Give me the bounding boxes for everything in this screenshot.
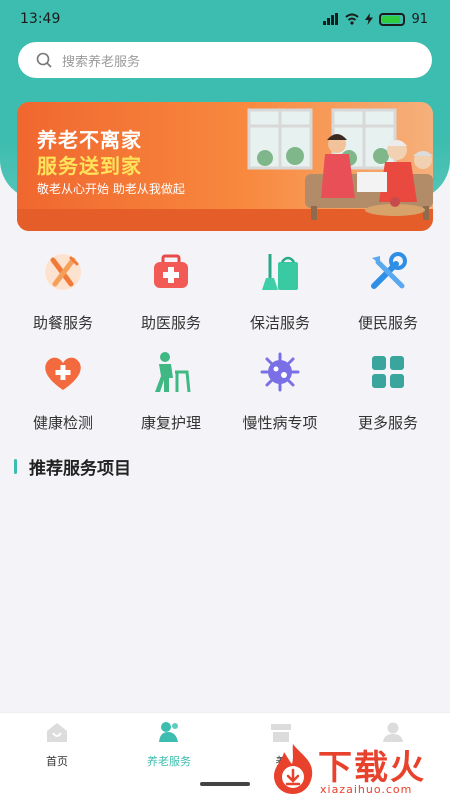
service-meal[interactable]: 助餐服务 <box>13 250 113 333</box>
service-grid: 助餐服务 助医服务 保洁服务 便民服务 健康检测 康复护理 慢性病专项 更多服务 <box>0 245 450 445</box>
promo-banner[interactable]: 养老不离家 服务送到家 敬老从心开始 助老从我做起 <box>17 102 433 231</box>
heart-plus-icon <box>45 357 81 390</box>
wifi-icon <box>345 13 360 25</box>
elder-walker-icon <box>155 352 191 393</box>
search-input[interactable]: 搜索养老服务 <box>62 51 140 70</box>
service-label: 助餐服务 <box>32 314 93 332</box>
banner-title-line1: 养老不离家 <box>37 128 142 152</box>
medical-kit-icon <box>154 254 188 288</box>
watermark: 下载火 xiazaihuo.com <box>268 738 450 800</box>
banner-title-line2: 服务送到家 <box>37 154 142 178</box>
service-rehab[interactable]: 康复护理 <box>121 350 221 433</box>
service-label: 助医服务 <box>140 314 201 332</box>
tools-icon <box>371 252 407 289</box>
service-more[interactable]: 更多服务 <box>338 350 438 433</box>
banner-illustration <box>247 108 433 220</box>
watermark-text: 下载火 <box>318 748 426 788</box>
search-icon <box>36 52 52 68</box>
battery-icon <box>379 12 406 26</box>
service-label: 康复护理 <box>140 414 201 432</box>
section-title: 推荐服务项目 <box>29 459 131 479</box>
banner-subtitle: 敬老从心开始 助老从我做起 <box>37 182 185 196</box>
service-chronic[interactable]: 慢性病专项 <box>230 350 330 433</box>
broom-bag-icon <box>262 254 298 290</box>
fork-knife-icon <box>45 254 81 290</box>
home-icon <box>47 723 67 742</box>
home-indicator <box>200 782 250 786</box>
tab-label: 首页 <box>46 755 68 768</box>
service-label: 便民服务 <box>357 314 418 332</box>
tab-home[interactable]: 首页 <box>12 721 102 769</box>
tab-label: 养老服务 <box>147 755 191 768</box>
tab-elder-service[interactable]: 养老服务 <box>124 721 214 769</box>
signal-icon <box>323 13 339 25</box>
section-accent-bar <box>14 459 17 474</box>
elder-service-icon <box>159 722 178 742</box>
status-time: 13:49 <box>20 11 61 27</box>
service-medical[interactable]: 助医服务 <box>121 250 221 333</box>
service-label: 慢性病专项 <box>242 414 318 432</box>
virus-icon <box>260 352 300 392</box>
section-heading: 推荐服务项目 <box>14 454 131 479</box>
watermark-url: xiazaihuo.com <box>320 783 413 796</box>
service-label: 健康检测 <box>32 414 93 432</box>
status-icons: 91 <box>323 12 428 27</box>
grid-icon <box>372 356 404 388</box>
service-label: 更多服务 <box>357 414 418 432</box>
charging-icon <box>365 13 374 25</box>
service-cleaning[interactable]: 保洁服务 <box>230 250 330 333</box>
service-health-check[interactable]: 健康检测 <box>13 350 113 433</box>
service-convenience[interactable]: 便民服务 <box>338 250 438 333</box>
service-label: 保洁服务 <box>249 314 310 332</box>
battery-level: 91 <box>411 11 428 27</box>
search-bar[interactable]: 搜索养老服务 <box>18 42 432 78</box>
flame-download-icon <box>274 744 313 794</box>
status-bar: 13:49 91 <box>0 0 450 38</box>
